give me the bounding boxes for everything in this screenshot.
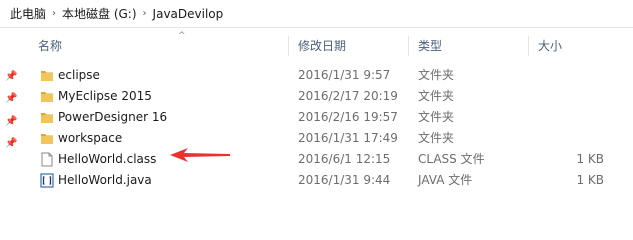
pin-icon[interactable]: 📌 <box>5 116 17 127</box>
list-item-helloworld-java[interactable]: HelloWorld.java 2016/1/31 9:44 JAVA 文件 1… <box>30 170 633 191</box>
list-item-eclipse[interactable]: eclipse 2016/1/31 9:57 文件夹 <box>30 65 633 86</box>
file-date: 2016/6/1 12:15 <box>298 152 391 166</box>
file-name: eclipse <box>58 68 100 82</box>
folder-icon <box>41 71 53 81</box>
column-divider[interactable] <box>528 36 529 56</box>
file-name: HelloWorld.class <box>58 152 157 166</box>
file-type: 文件夹 <box>418 89 455 103</box>
file-type: JAVA 文件 <box>418 173 473 187</box>
file-name: PowerDesigner 16 <box>58 110 168 124</box>
pin-icon[interactable]: 📌 <box>5 71 17 82</box>
sort-caret-icon: ^ <box>178 31 186 41</box>
folder-icon <box>41 113 53 123</box>
file-list: eclipse 2016/1/31 9:57 文件夹 MyEclipse 201… <box>30 65 633 191</box>
column-size[interactable]: 大小 <box>538 34 562 58</box>
breadcrumb-this-pc[interactable]: 此电脑 <box>10 5 46 22</box>
file-type: 文件夹 <box>418 110 455 124</box>
chevron-right-icon[interactable]: › <box>143 8 147 19</box>
list-item-powerdesigner[interactable]: PowerDesigner 16 2016/2/16 19:57 文件夹 <box>30 107 633 128</box>
file-size: 1 KB <box>576 152 604 166</box>
breadcrumb-local-disk[interactable]: 本地磁盘 (G:) <box>62 5 137 22</box>
folder-icon <box>41 92 53 102</box>
column-header: ^ 名称 修改日期 类型 大小 <box>30 31 633 58</box>
chevron-right-icon[interactable]: › <box>52 8 56 19</box>
file-date: 2016/2/16 19:57 <box>298 110 398 124</box>
file-date: 2016/1/31 17:49 <box>298 131 398 145</box>
breadcrumb-javadevilop[interactable]: JavaDevilop <box>153 7 224 21</box>
list-item-workspace[interactable]: workspace 2016/1/31 17:49 文件夹 <box>30 128 633 149</box>
column-divider[interactable] <box>408 36 409 56</box>
file-type: 文件夹 <box>418 68 455 82</box>
quick-access-pins: 📌 📌 📌 📌 <box>0 28 20 202</box>
list-item-helloworld-class[interactable]: HelloWorld.class 2016/6/1 12:15 CLASS 文件… <box>30 149 633 170</box>
file-name: workspace <box>58 131 123 145</box>
folder-icon <box>41 134 53 144</box>
file-name: HelloWorld.java <box>58 173 152 187</box>
breadcrumb: 此电脑 › 本地磁盘 (G:) › JavaDevilop <box>0 0 633 28</box>
file-type: 文件夹 <box>418 131 455 145</box>
column-name[interactable]: 名称 <box>38 34 62 58</box>
file-type: CLASS 文件 <box>418 152 485 166</box>
column-divider[interactable] <box>288 36 289 56</box>
file-date: 2016/1/31 9:57 <box>298 68 391 82</box>
file-icon <box>41 152 53 167</box>
pin-icon[interactable]: 📌 <box>5 138 17 149</box>
list-item-myeclipse[interactable]: MyEclipse 2015 2016/2/17 20:19 文件夹 <box>30 86 633 107</box>
java-file-icon <box>40 173 54 188</box>
red-arrow-annotation-icon <box>170 148 230 162</box>
file-name: MyEclipse 2015 <box>58 89 152 103</box>
file-size: 1 KB <box>576 173 604 187</box>
column-type[interactable]: 类型 <box>418 34 442 58</box>
file-date: 2016/1/31 9:44 <box>298 173 391 187</box>
pin-icon[interactable]: 📌 <box>5 93 17 104</box>
column-date[interactable]: 修改日期 <box>298 34 346 58</box>
file-date: 2016/2/17 20:19 <box>298 89 398 103</box>
